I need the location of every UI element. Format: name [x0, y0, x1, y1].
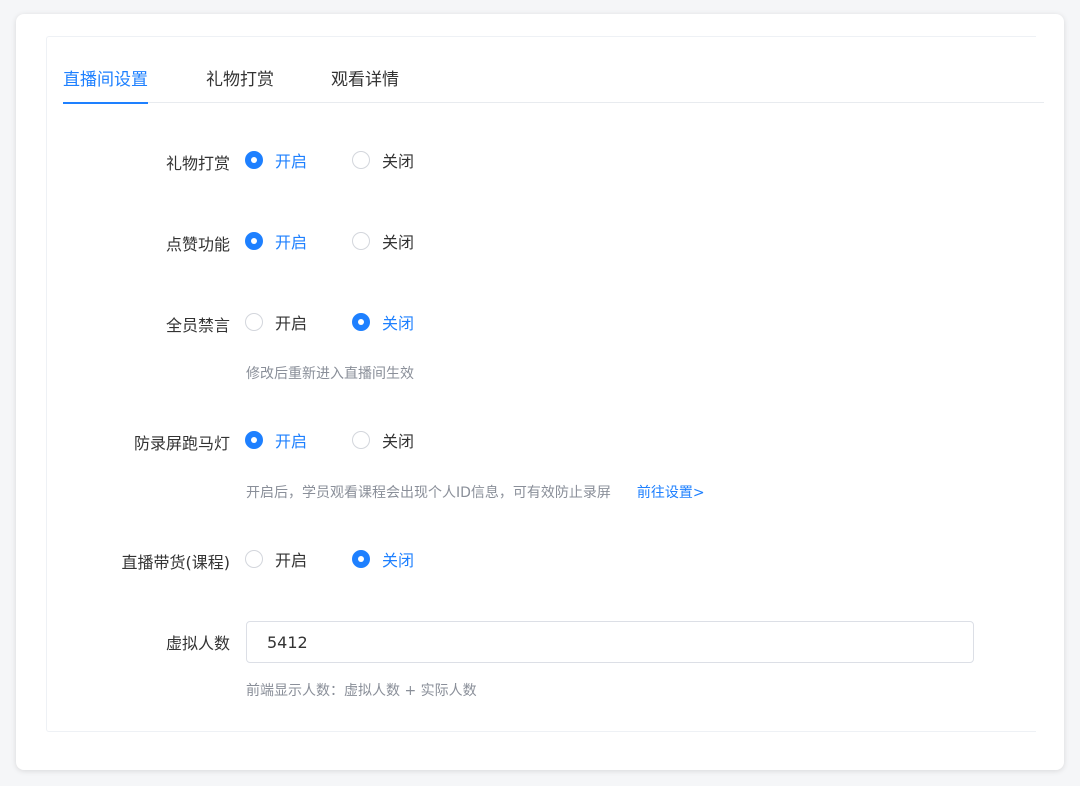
like-on-radio[interactable]: 开启 — [245, 230, 307, 252]
mute-all-on-label: 开启 — [275, 314, 308, 333]
gift-label: 礼物打赏 — [165, 154, 230, 173]
virtual-count-label: 虚拟人数 — [165, 634, 230, 653]
radio-unchecked-icon — [352, 232, 370, 250]
anti-record-off-label: 关闭 — [382, 432, 415, 451]
mute-all-label: 全员禁言 — [165, 316, 230, 335]
live-sales-off-radio[interactable]: 关闭 — [352, 548, 414, 570]
anti-record-on-radio[interactable]: 开启 — [245, 429, 307, 451]
gift-on-radio[interactable]: 开启 — [245, 149, 307, 171]
live-sales-off-label: 关闭 — [382, 551, 415, 570]
tab-gift-rewards[interactable]: 礼物打赏 — [206, 65, 274, 103]
like-on-label: 开启 — [275, 233, 308, 252]
mute-all-off-radio[interactable]: 关闭 — [352, 311, 414, 333]
live-sales-on-radio[interactable]: 开启 — [245, 548, 307, 570]
radio-checked-icon — [245, 151, 263, 169]
anti-record-on-label: 开启 — [275, 432, 308, 451]
virtual-count-input[interactable] — [246, 621, 974, 663]
gift-on-label: 开启 — [275, 152, 308, 171]
settings-panel: 直播间设置 礼物打赏 观看详情 礼物打赏 开启 关闭 点赞功能 开启 关闭 全员… — [46, 36, 1044, 732]
go-to-settings-link[interactable]: 前往设置> — [637, 485, 705, 501]
gift-off-radio[interactable]: 关闭 — [352, 149, 414, 171]
anti-record-hint-row: 开启后，学员观看课程会出现个人ID信息，可有效防止录屏 前往设置> — [246, 482, 705, 502]
virtual-count-hint: 前端显示人数：虚拟人数 + 实际人数 — [246, 683, 477, 699]
like-label: 点赞功能 — [165, 235, 230, 254]
tab-live-room-settings[interactable]: 直播间设置 — [63, 65, 148, 104]
radio-unchecked-icon — [245, 313, 263, 331]
tab-view-details[interactable]: 观看详情 — [331, 65, 399, 103]
radio-unchecked-icon — [245, 550, 263, 568]
radio-unchecked-icon — [352, 431, 370, 449]
like-off-label: 关闭 — [382, 233, 415, 252]
tab-bar: 直播间设置 礼物打赏 观看详情 — [63, 37, 1044, 104]
live-sales-on-label: 开启 — [275, 551, 308, 570]
mute-all-on-radio[interactable]: 开启 — [245, 311, 307, 333]
gift-off-label: 关闭 — [382, 152, 415, 171]
mute-all-hint: 修改后重新进入直播间生效 — [246, 366, 414, 382]
anti-record-hint: 开启后，学员观看课程会出现个人ID信息，可有效防止录屏 — [246, 485, 611, 501]
radio-checked-icon — [352, 550, 370, 568]
anti-record-off-radio[interactable]: 关闭 — [352, 429, 414, 451]
radio-checked-icon — [245, 431, 263, 449]
radio-checked-icon — [352, 313, 370, 331]
live-sales-label: 直播带货(课程) — [121, 553, 231, 572]
mute-all-off-label: 关闭 — [382, 314, 415, 333]
like-off-radio[interactable]: 关闭 — [352, 230, 414, 252]
radio-checked-icon — [245, 232, 263, 250]
anti-record-label: 防录屏跑马灯 — [133, 434, 230, 453]
radio-unchecked-icon — [352, 151, 370, 169]
settings-window: 直播间设置 礼物打赏 观看详情 礼物打赏 开启 关闭 点赞功能 开启 关闭 全员… — [16, 14, 1064, 770]
